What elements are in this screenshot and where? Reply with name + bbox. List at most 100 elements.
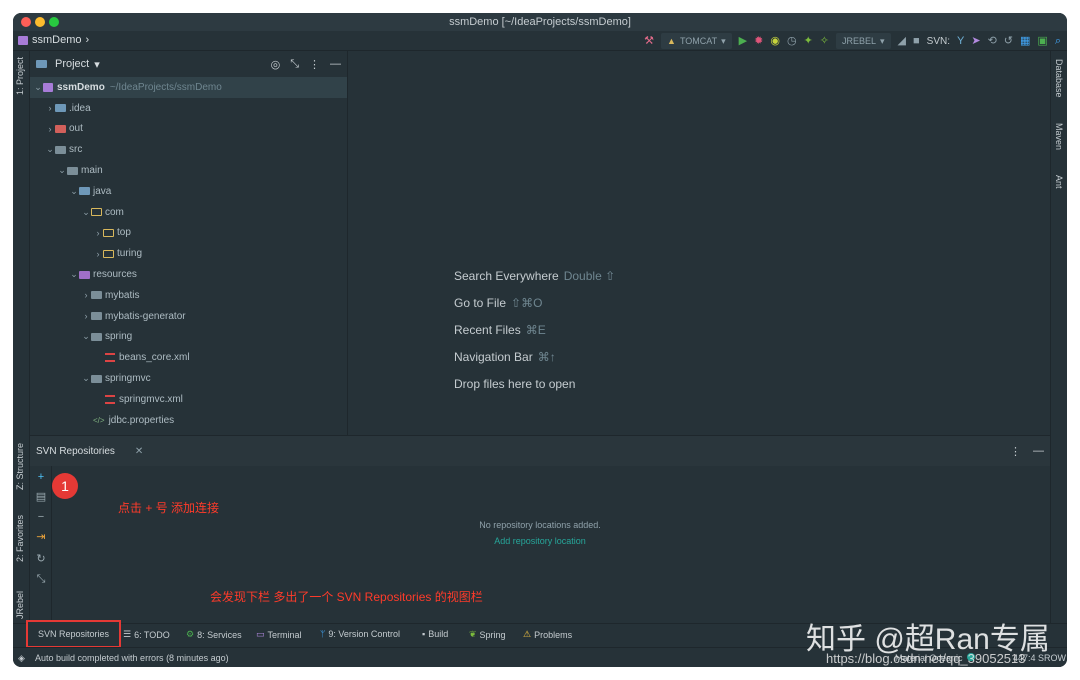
history-icon[interactable]: ⟲ [988,33,997,49]
hammer-icon[interactable]: ⚒ [644,33,654,49]
run-icon[interactable]: ▶ [739,33,747,49]
tree-item[interactable]: › mybatis [30,285,347,306]
refresh-icon[interactable]: ↻ [35,552,47,566]
tab-database[interactable]: Database [1054,59,1064,98]
collapse-icon[interactable]: ⤡ [290,58,299,71]
status-message[interactable]: Auto build completed with errors (8 minu… [35,648,229,667]
tab-services[interactable]: ⚙ 8: Services [186,629,242,640]
chevron-down-icon[interactable]: ⌄ [57,165,67,176]
search-icon[interactable]: ⌕ [1055,33,1061,49]
jrebel-debug-icon[interactable]: ✧ [820,33,829,49]
stop-icon[interactable]: ■ [913,33,920,49]
resources-folder-icon [79,270,90,279]
hide-icon[interactable]: — [330,58,341,71]
tree-item[interactable]: ⌄ java [30,181,347,202]
hide-icon[interactable]: — [1033,445,1044,458]
zoom-window-button[interactable] [49,17,59,27]
run-config-select[interactable]: ▲ TOMCAT ▾ [661,33,732,49]
chevron-down-icon[interactable]: ⌄ [81,331,91,342]
chevron-right-icon[interactable]: › [93,249,103,259]
coverage-icon[interactable]: ◉ [770,33,780,49]
terminal-icon[interactable]: ▣ [1037,33,1047,49]
tab-terminal[interactable]: ▭ Terminal [256,629,302,640]
tab-maven[interactable]: Maven [1054,123,1064,150]
breadcrumb-project[interactable]: ssmDemo [32,34,82,46]
close-icon[interactable]: ✕ [135,446,143,457]
locate-icon[interactable]: ◎ [271,58,281,71]
branch-icon: ᛘ [320,629,326,639]
package-icon [91,208,102,217]
tab-label: Terminal [267,629,302,640]
jrebel-config-label: JREBEL [842,36,877,46]
annotation-plus-hint: 点击 + 号 添加连接 [118,501,220,515]
tab-label: SVN Repositories [38,629,110,639]
tree-item[interactable]: ⌄ resources [30,264,347,285]
chevron-down-icon[interactable]: ⌄ [33,82,43,93]
add-repository-button[interactable]: + [35,470,47,484]
tree-item[interactable]: ⌄ src [30,139,347,160]
jrebel-run-icon[interactable]: ✦ [804,33,813,49]
tab-svn-repositories[interactable]: SVN Repositories [26,620,122,648]
options-icon[interactable]: ⋮ [1010,445,1021,458]
tab-build[interactable]: ▪ Build [422,629,448,639]
tree-item[interactable]: ⌄ com [30,202,347,223]
close-window-button[interactable] [21,17,31,27]
chevron-right-icon[interactable]: › [81,311,91,321]
chevron-down-icon[interactable]: ⌄ [45,144,55,155]
editor-empty-area[interactable]: Search Everywhere Double ⇧ Go to File ⇧⌘O … [348,51,1050,435]
tab-version-control[interactable]: ᛘ 9: Version Control [320,629,400,639]
tab-ant[interactable]: Ant [1054,175,1064,189]
build-icon[interactable]: ◢ [898,33,906,49]
add-repository-link[interactable]: Add repository location [30,536,1050,546]
chevron-right-icon[interactable]: › [45,103,55,113]
folder-icon [91,312,102,321]
tree-label: mybatis-generator [105,310,186,322]
svn-panel-title[interactable]: SVN Repositories [36,446,115,457]
tree-item[interactable]: ⌄ spring [30,327,347,348]
tree-item[interactable]: ⌄ ssmDemo ~/IdeaProjects/ssmDemo [30,77,347,98]
package-icon [103,228,114,237]
svn-update-icon[interactable]: Y [957,33,964,49]
tree-label: turing [117,248,143,260]
collapse-icon[interactable]: ⤡ [35,572,47,586]
svn-commit-icon[interactable]: ➤ [971,33,980,49]
project-panel: Project ▾ ◎ ⤡ ⋮ — ⌄ ssmDemo ~/IdeaProjec… [30,51,348,435]
tree-item[interactable]: › mybatis-generator [30,306,347,327]
tree-item[interactable]: </> jdbc.properties [30,410,347,431]
browse-icon[interactable]: ▤ [35,490,47,504]
revert-icon[interactable]: ↺ [1004,33,1013,49]
xml-file-icon [105,394,115,404]
tree-item[interactable]: › out [30,119,347,140]
chevron-down-icon[interactable]: ⌄ [69,269,79,280]
chevron-right-icon[interactable]: › [93,228,103,238]
tab-project[interactable]: 1: Project [15,57,25,95]
tree-item[interactable]: ⌄ springmvc [30,368,347,389]
chevron-right-icon[interactable]: › [45,124,55,134]
chevron-down-icon[interactable]: ⌄ [69,186,79,197]
breadcrumb[interactable]: ssmDemo › [18,34,89,46]
tree-item[interactable]: springmvc.xml [30,389,347,410]
tab-structure[interactable]: Z: Structure [15,443,25,490]
jrebel-config-select[interactable]: JREBEL ▾ [836,33,891,49]
tree-item[interactable]: › top [30,223,347,244]
tab-problems[interactable]: ⚠ Problems [523,629,572,640]
layers-icon[interactable]: ◈ [18,648,25,667]
tab-spring[interactable]: ❦ Spring [469,629,506,640]
profiler-icon[interactable]: ◷ [787,33,797,49]
tree-item[interactable]: ⌄ main [30,160,347,181]
tab-favorites[interactable]: 2: Favorites [15,515,25,562]
tree-item[interactable]: beans_core.xml [30,347,347,368]
chevron-right-icon[interactable]: › [81,290,91,300]
tree-item[interactable]: › .idea [30,98,347,119]
debug-icon[interactable]: ✹ [754,33,763,49]
minimize-window-button[interactable] [35,17,45,27]
chevron-down-icon[interactable]: ⌄ [81,207,91,218]
chevron-down-icon[interactable]: ▾ [94,58,100,71]
tab-todo[interactable]: ☰ 6: TODO [123,629,170,640]
chevron-down-icon[interactable]: ⌄ [81,373,91,384]
project-structure-icon[interactable]: ▦ [1020,33,1030,49]
options-icon[interactable]: ⋮ [309,58,320,71]
project-view-select[interactable]: Project [55,58,89,70]
tab-jrebel[interactable]: JRebel [15,591,25,619]
tree-item[interactable]: › turing [30,243,347,264]
